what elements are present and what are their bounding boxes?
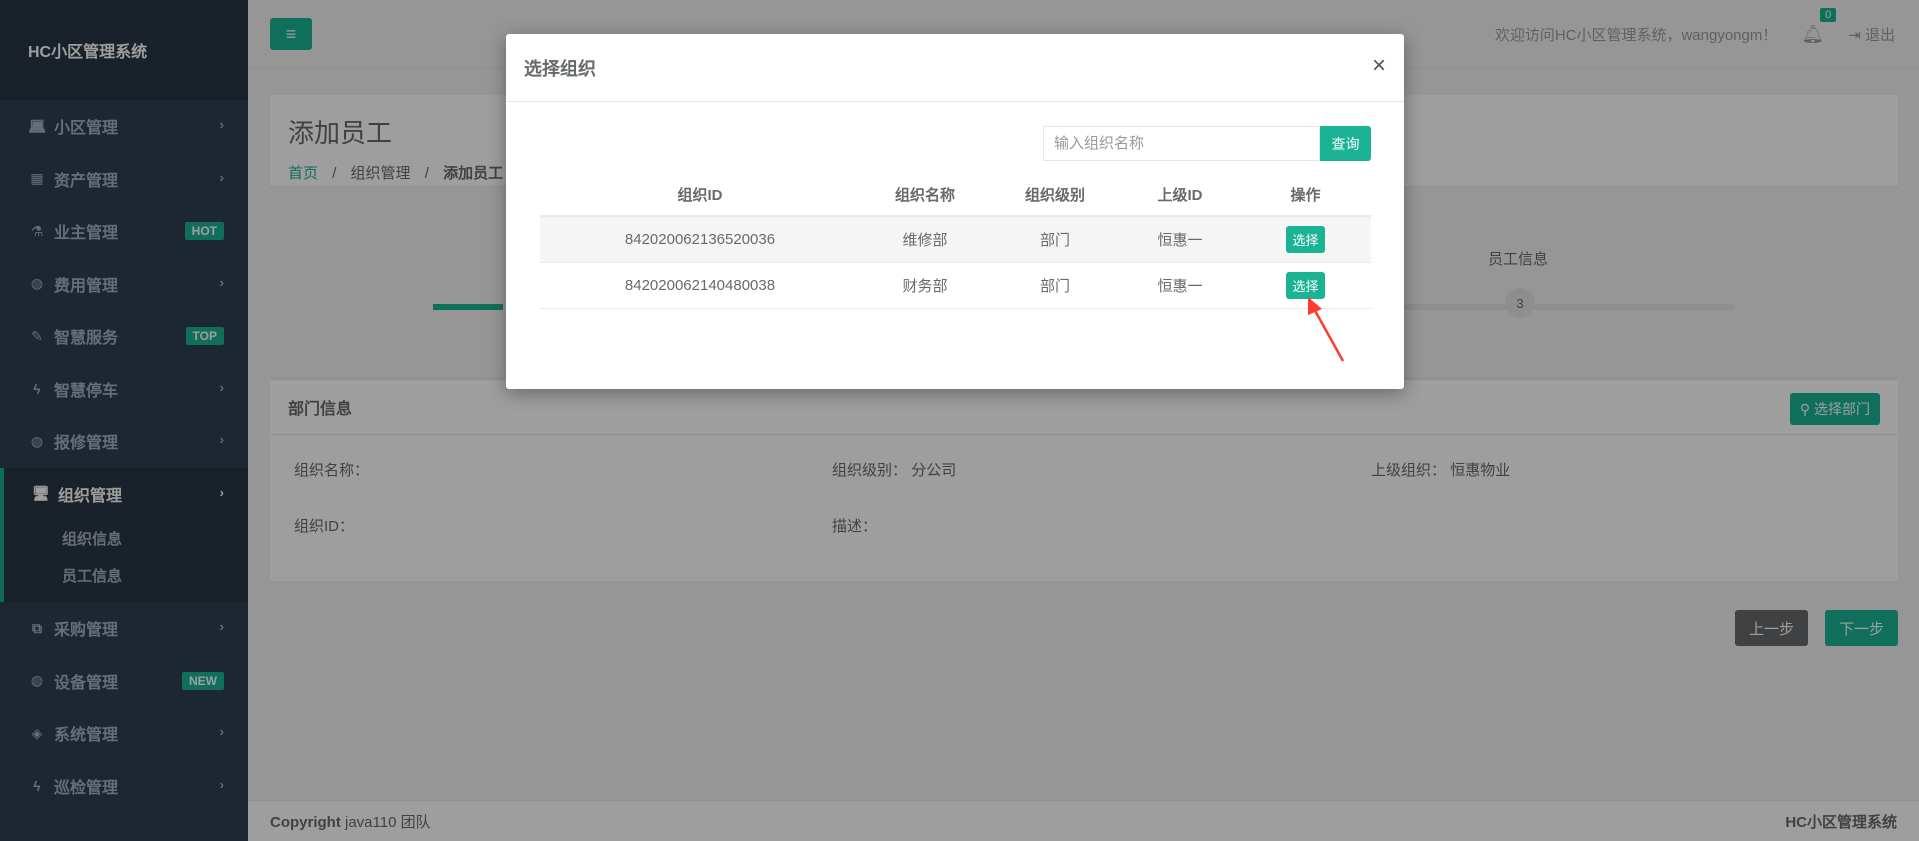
cell-org-id: 842020062136520036 — [540, 216, 860, 263]
cell-org-level: 部门 — [990, 262, 1120, 309]
col-action: 操作 — [1240, 174, 1371, 217]
select-button[interactable]: 选择 — [1286, 225, 1325, 253]
cell-parent-id: 恒惠一 — [1120, 262, 1240, 309]
modal-title: 选择组织 — [506, 34, 1404, 102]
cell-org-id: 842020062140480038 — [540, 262, 860, 309]
org-search-input[interactable] — [1043, 126, 1320, 161]
annotation-arrow-icon — [1308, 297, 1345, 362]
col-org-name: 组织名称 — [860, 174, 990, 217]
cell-action: 选择 — [1240, 216, 1371, 263]
table-header-row: 组织ID 组织名称 组织级别 上级ID 操作 — [540, 174, 1371, 217]
col-parent-id: 上级ID — [1120, 174, 1240, 217]
cell-parent-id: 恒惠一 — [1120, 216, 1240, 263]
cell-org-level: 部门 — [990, 216, 1120, 263]
table-row: 842020062140480038 财务部 部门 恒惠一 选择 — [540, 262, 1371, 309]
close-icon[interactable]: × — [1372, 54, 1386, 78]
cell-org-name: 维修部 — [860, 216, 990, 263]
search-button[interactable]: 查询 — [1320, 126, 1371, 161]
table-row: 842020062136520036 维修部 部门 恒惠一 选择 — [540, 216, 1371, 263]
cell-org-name: 财务部 — [860, 262, 990, 309]
org-search-bar: 查询 — [1043, 126, 1371, 161]
col-org-id: 组织ID — [540, 174, 860, 217]
col-org-level: 组织级别 — [990, 174, 1120, 217]
org-table: 组织ID 组织名称 组织级别 上级ID 操作 84202006213652003… — [540, 174, 1371, 309]
select-org-modal: 选择组织 × 查询 组织ID 组织名称 组织级别 上级ID 操作 8420200… — [506, 34, 1404, 389]
